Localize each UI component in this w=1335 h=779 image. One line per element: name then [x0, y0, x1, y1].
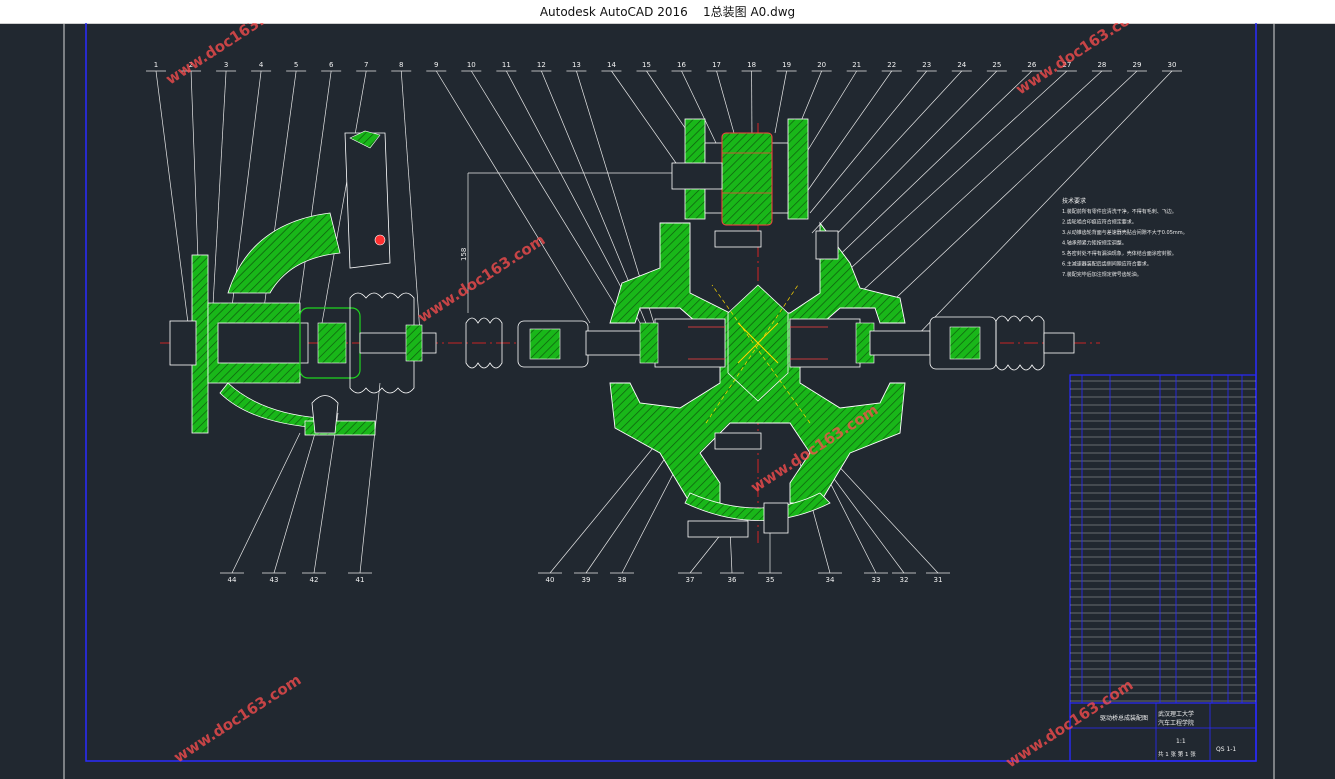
hub-nut-left	[169, 320, 197, 366]
side-gear-hub-left	[654, 318, 726, 368]
callout-number: 33	[872, 576, 881, 584]
callout-number: 5	[294, 61, 298, 69]
tripod-right	[949, 326, 981, 360]
callout-number: 4	[259, 61, 264, 69]
title-scale: 1:1	[1176, 738, 1186, 745]
callout-number: 3	[224, 61, 228, 69]
app-name: Autodesk AutoCAD 2016	[539, 5, 688, 19]
tech-note-line: 5.各密封处不得有漏油现象，壳体结合面涂密封胶。	[1062, 250, 1177, 257]
callout-number: 35	[766, 576, 775, 584]
title-school: 武汉理工大学	[1158, 710, 1194, 718]
input-shaft-stub	[671, 162, 723, 190]
pinion-bearing-cap-right	[787, 118, 809, 220]
callout-number: 6	[329, 61, 334, 69]
callout-number: 11	[502, 61, 511, 69]
watermark-3: www.doc163.com	[414, 231, 548, 327]
tech-note-line: 6.主减速器装配后齿侧间隙应符合要求。	[1062, 261, 1152, 268]
callout-number: 38	[618, 576, 627, 584]
title-sheet: 共 1 张 第 1 张	[1158, 750, 1196, 758]
watermark-1: www.doc163.com	[162, 23, 296, 88]
callout-number: 34	[826, 576, 835, 584]
callout-number: 41	[356, 576, 365, 584]
drain-plug	[687, 520, 749, 538]
tech-note-line: 1.装配前所有零件应清洗干净，不得有毛刺、飞边。	[1062, 208, 1177, 215]
tech-note-line: 4.轴承预紧力矩按规定调整。	[1062, 240, 1127, 247]
callout-number: 9	[434, 61, 438, 69]
watermarks: www.doc163.com www.doc163.com www.doc163…	[162, 23, 1146, 771]
technical-notes: 技术要求 1.装配前所有零件应清洗干净，不得有毛刺、飞边。 2.齿轮啮合印痕应符合…	[1062, 197, 1188, 278]
callout-number: 37	[686, 576, 695, 584]
tech-note-line: 3.从动锥齿轮背面与差速器壳贴合间隙不大于0.05mm。	[1062, 229, 1188, 236]
callout-number: 12	[537, 61, 546, 69]
callout-numbers-bottom: 44 43 42 41 40 39 38 37 36 35 34 33 32 31	[228, 576, 943, 584]
kingpin-marker	[374, 234, 386, 246]
side-gear-hub-right	[789, 318, 861, 368]
knuckle-upper-arm	[344, 132, 391, 269]
window-titlebar: Autodesk AutoCAD 2016 1总装图 A0.dwg	[0, 0, 1335, 24]
callout-number: 15	[642, 61, 651, 69]
bottom-bolt-left	[714, 432, 762, 450]
cv-joint-cage	[317, 322, 347, 364]
callout-number: 22	[887, 61, 896, 69]
title-drawing-name: 驱动桥总成装配图	[1100, 714, 1148, 722]
tech-note-line: 7.装配完毕后加注规定牌号齿轮油。	[1062, 271, 1142, 278]
callout-number: 14	[607, 61, 616, 69]
callout-number: 39	[582, 576, 591, 584]
hub-bore-left	[217, 322, 309, 364]
window-title: Autodesk AutoCAD 2016 1总装图 A0.dwg	[0, 3, 1335, 20]
callout-number: 13	[572, 61, 581, 69]
callout-number: 20	[817, 61, 826, 69]
callout-number: 18	[747, 61, 756, 69]
callout-number: 23	[922, 61, 931, 69]
callout-number: 40	[546, 576, 555, 584]
watermark-5: www.doc163.com	[170, 671, 304, 767]
tech-note-line: 2.齿轮啮合印痕应符合规定要求。	[1062, 219, 1137, 226]
file-name: 1总装图 A0.dwg	[703, 5, 796, 19]
bottom-bolt	[763, 502, 789, 534]
tripod-left	[529, 328, 561, 360]
callout-number: 44	[228, 576, 237, 584]
drawing-frame	[85, 23, 1257, 762]
left-hub-assembly[interactable]	[169, 130, 437, 436]
callout-number: 30	[1168, 61, 1177, 69]
callout-number: 21	[852, 61, 861, 69]
callout-number: 42	[310, 576, 319, 584]
callout-number: 8	[399, 61, 403, 69]
callout-number: 25	[992, 61, 1001, 69]
callout-number: 36	[728, 576, 737, 584]
callout-number: 16	[677, 61, 686, 69]
callout-number: 32	[900, 576, 909, 584]
halfshaft-left-outer	[359, 332, 437, 354]
title-department: 汽车工程学院	[1158, 719, 1194, 727]
callout-number: 43	[270, 576, 279, 584]
shaft-end-right	[1043, 332, 1075, 354]
callout-number: 17	[712, 61, 721, 69]
title-code: QS 1-1	[1216, 746, 1236, 753]
input-pinion-gear	[721, 132, 773, 226]
diff-bearing-left	[639, 322, 659, 364]
callout-number: 31	[934, 576, 943, 584]
callout-number: 29	[1133, 61, 1142, 69]
watermark-6: www.doc163.com	[1002, 676, 1136, 772]
callout-number: 1	[154, 61, 158, 69]
ball-joint	[311, 395, 339, 434]
steering-knuckle-arm	[227, 212, 341, 294]
callout-numbers-top: 1 2 3 4 5 6 7 8 9 10 11 12 13 14 15 16 17 18 19 20 21 22 23 24 2…	[154, 61, 1177, 69]
top-bolt-left	[714, 230, 762, 248]
tech-notes-title: 技术要求	[1062, 197, 1086, 205]
breather-plug	[815, 230, 839, 260]
callout-number: 19	[782, 61, 791, 69]
callout-number: 7	[364, 61, 368, 69]
shaft-collar-left	[405, 324, 423, 362]
cad-drawing[interactable]: 1 2 3 4 5 6 7 8 9 10 11 12 13 14 15 16 17 18 19 20 21 22 23 24 2…	[0, 23, 1335, 779]
callout-number: 28	[1097, 61, 1106, 69]
drawing-canvas[interactable]: 1 2 3 4 5 6 7 8 9 10 11 12 13 14 15 16 17 18 19 20 21 22 23 24 2…	[0, 23, 1335, 779]
halfshaft-right	[869, 330, 931, 356]
dimension-label: 158	[460, 248, 468, 261]
callout-number: 24	[957, 61, 966, 69]
callout-number: 10	[467, 61, 476, 69]
